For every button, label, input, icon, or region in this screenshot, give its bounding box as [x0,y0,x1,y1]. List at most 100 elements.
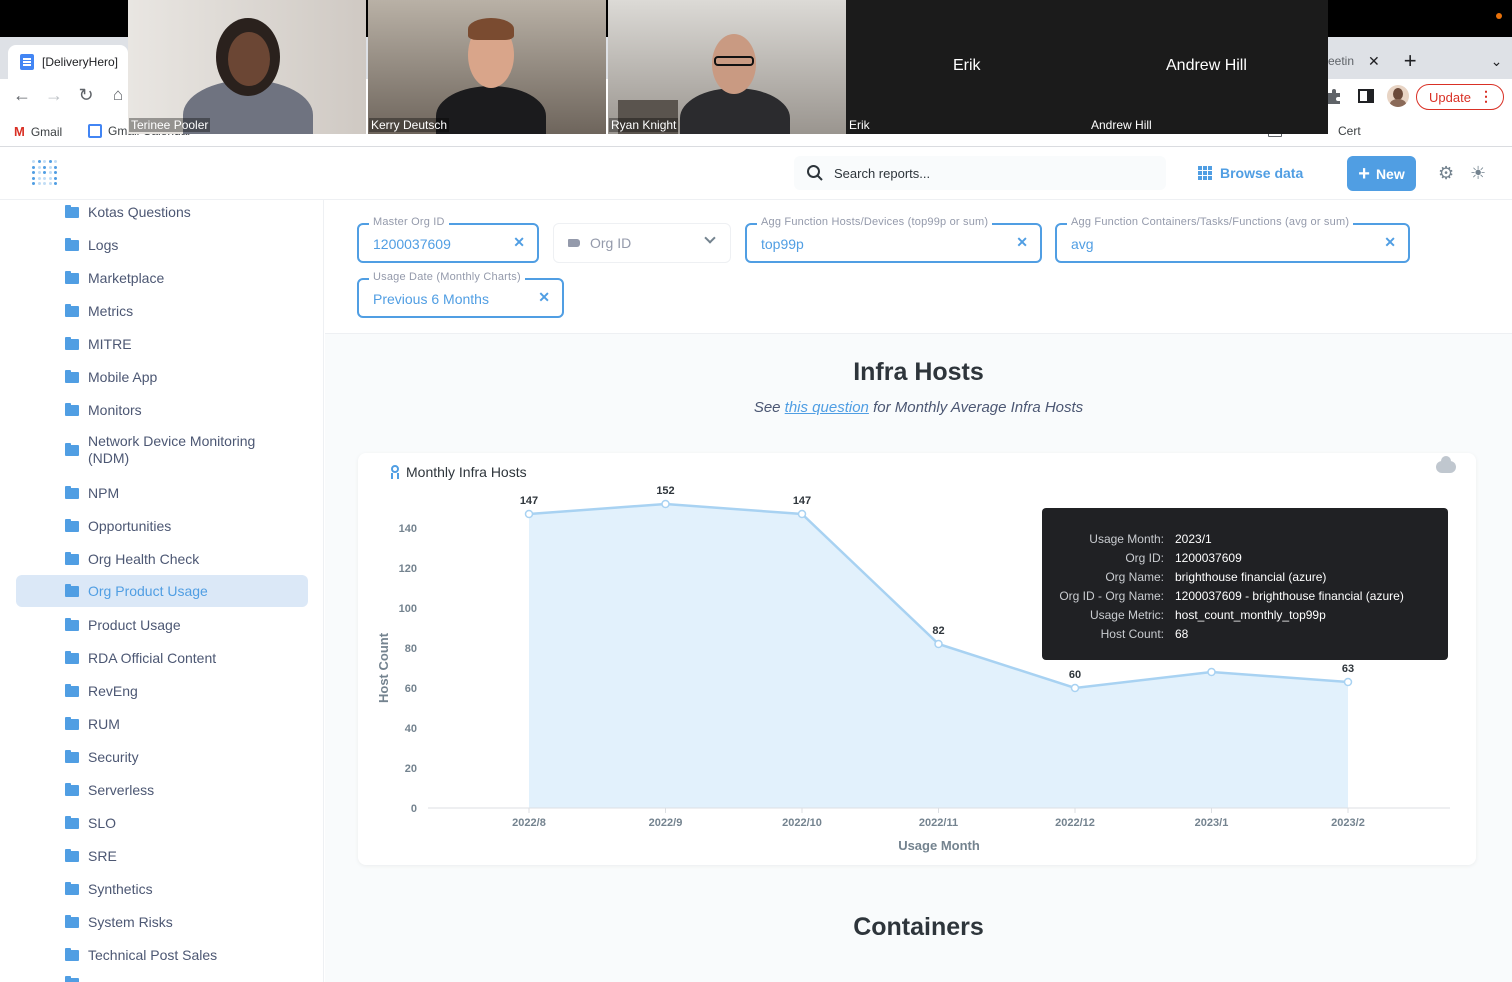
browse-data-button[interactable]: Browse data [1198,165,1303,181]
close-tab-icon[interactable]: ✕ [1368,53,1380,70]
sidebar-item-security[interactable]: Security [16,746,308,768]
filter-value: avg [1071,236,1094,252]
tooltip-key: Org ID: [1125,550,1164,565]
new-label: New [1375,165,1405,182]
filter-org-id[interactable]: Org ID [553,223,731,263]
tooltip-key: Org Name: [1105,569,1164,584]
folder-icon [65,270,79,284]
y-tick-label: 140 [399,523,417,535]
sidebar-item-opportunities[interactable]: Opportunities [16,515,308,537]
sidebar-item-synthetics[interactable]: Synthetics [16,878,308,900]
sidebar-item-slo[interactable]: SLO [16,812,308,834]
sidebar-item-org-product-usage[interactable]: Org Product Usage [16,575,308,607]
new-tab-icon[interactable]: + [1404,48,1417,74]
sidebar-item-sre[interactable]: SRE [16,845,308,867]
sidebar-item-mitre[interactable]: MITRE [16,333,308,355]
filter-label: Usage Date (Monthly Charts) [369,271,525,283]
tooltip-row: Usage Month: 2023/1 [1042,529,1448,548]
folder-icon [65,976,79,982]
clear-filter-icon[interactable]: ✕ [513,234,525,251]
sidebar-item-reveng[interactable]: RevEng [16,680,308,702]
folder-icon [65,716,79,730]
sidebar-item-product-usage[interactable]: Product Usage [16,614,308,636]
tooltip-value: 1200037609 - brighthouse financial (azur… [1175,588,1404,603]
forward-icon[interactable]: → [42,85,66,106]
data-label: 147 [520,495,538,507]
video-tile-1: Terinee Pooler [128,0,366,134]
new-button[interactable]: + New [1347,156,1416,191]
other-tab-title[interactable]: eetin [1328,54,1354,68]
sidebar-item-system-risks[interactable]: System Risks [16,911,308,933]
recording-indicator [1496,13,1502,19]
y-tick-label: 20 [405,763,417,775]
search-icon [807,165,823,181]
search-placeholder: Search reports... [834,165,931,181]
profile-avatar[interactable] [1387,85,1409,107]
x-axis-label: Usage Month [898,838,980,853]
browser-tab-active[interactable]: [DeliveryHero] [8,45,128,79]
sidebar-item-technical-post-sales[interactable]: Technical Post Sales [16,944,308,966]
filter-agg-containers[interactable]: Agg Function Containers/Tasks/Functions … [1055,216,1410,263]
sidebar-item-serverless[interactable]: Serverless [16,779,308,801]
x-tick-label: 2022/11 [919,817,958,829]
sidebar-item-org-health-check[interactable]: Org Health Check [16,548,308,570]
update-button[interactable]: Update ⋮ [1416,84,1504,110]
x-tick-label: 2022/10 [782,817,822,829]
sidebar-item-ndm[interactable]: Network Device Monitoring (NDM) [16,432,308,468]
menu-dots-icon: ⋮ [1479,88,1493,104]
folder-icon [65,815,79,829]
sidebar-item-kotas-questions[interactable]: Kotas Questions [16,201,308,223]
tooltip-key: Usage Month: [1089,531,1164,546]
sidebar-item-rda-official-content[interactable]: RDA Official Content [16,647,308,669]
filter-bar: Master Org ID 1200037609 ✕ Org ID Agg Fu… [325,200,1512,334]
tag-icon [568,239,580,247]
sidebar-item-logs[interactable]: Logs [16,234,308,256]
sidebar-item-marketplace[interactable]: Marketplace [16,267,308,289]
clear-filter-icon[interactable]: ✕ [1016,234,1028,251]
sidebar-item-npm[interactable]: NPM [16,482,308,504]
folder-icon [65,336,79,350]
y-tick-label: 100 [399,603,417,615]
question-link[interactable]: this question [785,399,869,416]
filter-master-org-id[interactable]: Master Org ID 1200037609 ✕ [357,216,539,263]
table-grid-icon [1198,166,1212,180]
side-panel-icon[interactable] [1357,87,1375,105]
reload-icon[interactable]: ↻ [74,85,98,106]
tab-list-chevron-icon[interactable]: ⌄ [1491,53,1503,70]
x-tick-label: 2022/8 [512,817,546,829]
y-tick-label: 60 [405,683,417,695]
participant-center-name: Erik [953,57,981,74]
tooltip-value: brighthouse financial (azure) [1175,569,1327,584]
sidebar-item-rum[interactable]: RUM [16,713,308,735]
data-label: 63 [1342,663,1354,675]
clear-filter-icon[interactable]: ✕ [1384,234,1396,251]
tooltip-row: Org ID - Org Name: 1200037609 - brighthou… [1042,586,1448,605]
folder-icon [65,237,79,251]
filter-agg-hosts[interactable]: Agg Function Hosts/Devices (top99p or su… [745,216,1042,263]
tooltip-key: Org ID - Org Name: [1059,588,1164,603]
gear-icon[interactable]: ⚙ [1438,163,1454,184]
clear-filter-icon[interactable]: ✕ [538,289,550,306]
folder-icon [65,881,79,895]
tooltip-row: Usage Metric: host_count_monthly_top99p [1042,605,1448,624]
home-icon[interactable]: ⌂ [106,85,130,105]
tab-strip-right: eetin ✕ + ⌄ [1328,46,1502,76]
filter-value: top99p [761,236,804,252]
filter-usage-date[interactable]: Usage Date (Monthly Charts) Previous 6 M… [357,271,564,318]
search-bar[interactable]: Search reports... [794,156,1166,190]
chart-tooltip: Usage Month: 2023/1 Org ID: 1200037609 Org N… [1042,508,1448,660]
back-icon[interactable]: ← [10,85,34,106]
bookmark-gmail[interactable]: M Gmail [14,124,62,139]
sidebar-item-metrics[interactable]: Metrics [16,300,308,322]
sidebar-item-monitors[interactable]: Monitors [16,399,308,421]
folder-icon [65,551,79,565]
participant-name: Erik [849,118,870,132]
folder-icon [65,402,79,416]
data-point [524,509,534,519]
sidebar-item-mobile-app[interactable]: Mobile App [16,366,308,388]
metabase-logo-icon[interactable] [32,160,58,186]
data-point [1070,683,1080,693]
bug-icon[interactable]: ☀ [1470,163,1486,184]
docs-icon [20,54,34,70]
filter-placeholder: Org ID [590,235,632,251]
